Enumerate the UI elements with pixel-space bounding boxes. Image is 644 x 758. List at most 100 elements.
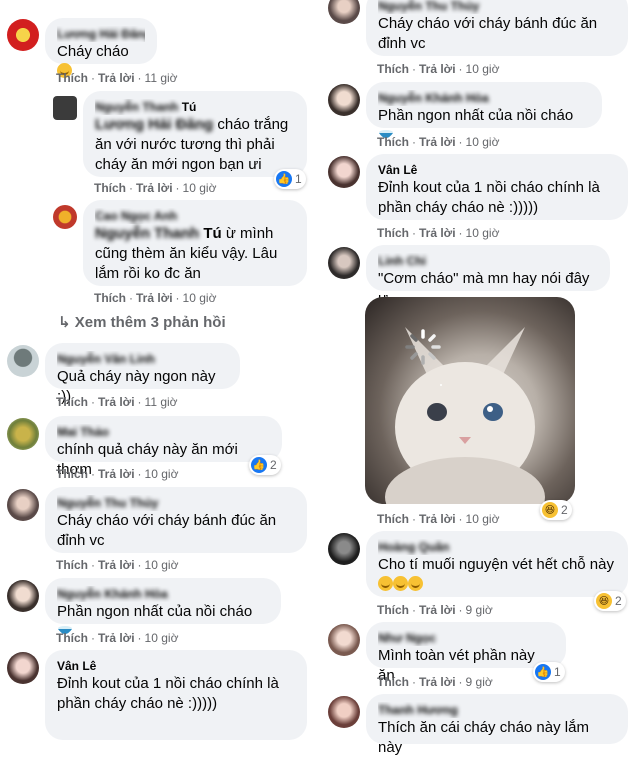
like-link[interactable]: Thích xyxy=(56,395,88,409)
like-link[interactable]: Thích xyxy=(377,62,409,76)
comment-photo-kitten[interactable] xyxy=(365,297,575,504)
comment-author[interactable]: Vân Lê xyxy=(57,658,295,674)
avatar[interactable] xyxy=(7,652,39,684)
timestamp[interactable]: 10 giờ xyxy=(183,181,217,195)
avatar[interactable] xyxy=(328,156,360,188)
mention-tag[interactable]: Lương Hải Đăng xyxy=(95,116,213,133)
view-more-replies-link[interactable]: ↳ Xem thêm 3 phản hồi xyxy=(58,313,226,331)
reply-link[interactable]: Trả lời xyxy=(419,135,456,149)
avatar[interactable] xyxy=(328,696,360,728)
reply-bubble: Nguyễn Thanh Tú Lương Hải Đăng cháo trắn… xyxy=(83,91,307,177)
avatar[interactable] xyxy=(7,489,39,521)
reply-link[interactable]: Trả lời xyxy=(98,395,135,409)
comment-author[interactable]: Vân Lê xyxy=(378,162,616,178)
reply-link[interactable]: Trả lời xyxy=(98,467,135,481)
avatar[interactable] xyxy=(7,19,39,51)
comment-author[interactable]: Thanh Hương xyxy=(378,702,616,718)
comment-author[interactable]: Lương Hải Đăng xyxy=(57,26,145,42)
timestamp[interactable]: 10 giờ xyxy=(466,135,500,149)
timestamp[interactable]: 10 giờ xyxy=(466,226,500,240)
reaction-count[interactable]: 👍 2 xyxy=(249,455,281,475)
like-reaction-icon: 👍 xyxy=(251,457,267,473)
like-link[interactable]: Thích xyxy=(56,467,88,481)
comment-author[interactable]: Nguyễn Khánh Hòa xyxy=(378,90,590,106)
like-link[interactable]: Thích xyxy=(94,181,126,195)
timestamp[interactable]: 10 giờ xyxy=(145,558,179,572)
reply-link[interactable]: Trả lời xyxy=(98,631,135,645)
comment-actions: Thích · Trả lời · 10 giờ xyxy=(56,467,179,481)
timestamp[interactable]: 10 giờ xyxy=(466,512,500,526)
comment-author[interactable]: Linh Chi xyxy=(378,253,598,269)
comment-bubble: Nguyễn Thu Thủy Cháy cháo với cháy bánh … xyxy=(45,487,307,553)
reply-link[interactable]: Trả lời xyxy=(136,181,173,195)
comment-bubble: Như Ngọc Mình toàn vét phần này ăn xyxy=(366,622,566,684)
comment-author[interactable]: Cao Ngọc Anh xyxy=(95,208,295,224)
comment-actions: Thích · Trả lời · 10 giờ xyxy=(94,291,217,305)
comment-actions: Thích · Trả lời · 11 giờ xyxy=(56,395,178,409)
reaction-count[interactable]: 👍 1 xyxy=(533,662,565,682)
like-link[interactable]: Thích xyxy=(56,631,88,645)
comment-author[interactable]: Hoàng Quân xyxy=(378,539,616,555)
avatar[interactable] xyxy=(328,84,360,116)
comment-author[interactable]: Nguyễn Thu Thủy xyxy=(378,0,616,14)
avatar[interactable] xyxy=(328,247,360,279)
like-link[interactable]: Thích xyxy=(377,675,409,689)
comment-actions: Thích · Trả lời · 10 giờ xyxy=(377,226,500,240)
reaction-count[interactable]: 👍 1 xyxy=(274,169,306,189)
kitten-image xyxy=(385,327,545,504)
reaction-count[interactable]: 😆 2 xyxy=(594,591,626,611)
like-link[interactable]: Thích xyxy=(56,558,88,572)
comment-author[interactable]: Nguyễn Thanh Tú xyxy=(95,99,295,115)
comment-text: Cháy cháo với cháy bánh đúc ăn đỉnh vc xyxy=(57,512,277,549)
comment-text: Đỉnh kout của 1 nồi cháo chính là phần c… xyxy=(57,675,279,712)
like-link[interactable]: Thích xyxy=(377,135,409,149)
avatar[interactable] xyxy=(7,418,39,450)
timestamp[interactable]: 11 giờ xyxy=(145,71,178,85)
timestamp[interactable]: 10 giờ xyxy=(183,291,217,305)
timestamp[interactable]: 9 giờ xyxy=(466,675,493,689)
comment-bubble: Vân Lê Đỉnh kout của 1 nồi cháo chính là… xyxy=(366,154,628,220)
comment-text: Cháy cháo xyxy=(57,43,129,60)
reply-link[interactable]: Trả lời xyxy=(419,512,456,526)
reply-link[interactable]: Trả lời xyxy=(136,291,173,305)
comment-author[interactable]: Nguyễn Thu Thủy xyxy=(57,495,295,511)
avatar[interactable] xyxy=(7,580,39,612)
mention-tag[interactable]: Nguyễn Thanh xyxy=(95,225,199,242)
timestamp[interactable]: 11 giờ xyxy=(145,395,178,409)
comment-author[interactable]: Nguyễn Văn Linh xyxy=(57,351,228,367)
reply-link[interactable]: Trả lời xyxy=(98,558,135,572)
comment-text: Cháy cháo với cháy bánh đúc ăn đỉnh vc xyxy=(378,15,598,52)
comment-bubble: Hoàng Quân Cho tí muối nguyện vét hết ch… xyxy=(366,531,628,597)
timestamp[interactable]: 10 giờ xyxy=(145,631,179,645)
avatar[interactable] xyxy=(328,533,360,565)
reply-link[interactable]: Trả lời xyxy=(419,226,456,240)
reply-link[interactable]: Trả lời xyxy=(419,603,456,617)
timestamp[interactable]: 10 giờ xyxy=(466,62,500,76)
comment-text: Phần ngon nhất của nồi cháo xyxy=(57,603,253,620)
comment-actions: Thích · Trả lời · 10 giờ xyxy=(377,62,500,76)
reply-link[interactable]: Trả lời xyxy=(419,62,456,76)
reaction-count[interactable]: 😆 2 xyxy=(540,500,572,520)
like-reaction-icon: 👍 xyxy=(276,171,292,187)
comment-actions: Thích · Trả lời · 9 giờ xyxy=(377,603,493,617)
like-link[interactable]: Thích xyxy=(377,226,409,240)
like-link[interactable]: Thích xyxy=(377,512,409,526)
comment-actions: Thích · Trả lời · 11 giờ xyxy=(56,71,178,85)
like-link[interactable]: Thích xyxy=(377,603,409,617)
comment-author[interactable]: Như Ngọc xyxy=(378,630,554,646)
reply-link[interactable]: Trả lời xyxy=(419,675,456,689)
reply-link[interactable]: Trả lời xyxy=(98,71,135,85)
comment-bubble: Mai Thảo chính quả cháy này ăn mới thơm xyxy=(45,416,282,478)
comment-author[interactable]: Nguyễn Khánh Hòa xyxy=(57,586,269,602)
timestamp[interactable]: 10 giờ xyxy=(145,467,179,481)
avatar[interactable] xyxy=(53,96,77,120)
like-link[interactable]: Thích xyxy=(94,291,126,305)
avatar[interactable] xyxy=(328,0,360,24)
avatar[interactable] xyxy=(53,205,77,229)
avatar[interactable] xyxy=(7,345,39,377)
avatar[interactable] xyxy=(328,624,360,656)
smile-emoji-icon xyxy=(378,576,393,591)
timestamp[interactable]: 9 giờ xyxy=(466,603,493,617)
comment-author[interactable]: Mai Thảo xyxy=(57,424,270,440)
like-link[interactable]: Thích xyxy=(56,71,88,85)
